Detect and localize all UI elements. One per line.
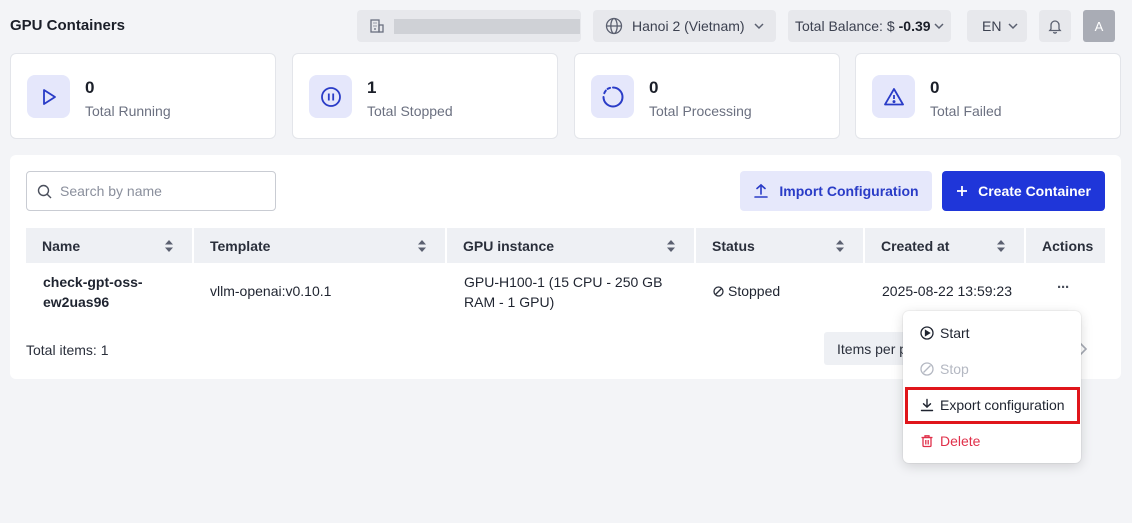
sort-icon[interactable]	[164, 239, 174, 253]
column-header-status[interactable]: Status	[696, 228, 863, 263]
menu-item-label: Stop	[940, 361, 969, 377]
import-label: Import Configuration	[779, 183, 919, 199]
gpu-instance-line: GPU-H100-1 (15 CPU - 250 GB	[464, 274, 663, 290]
download-icon	[920, 398, 934, 412]
gpu-instance-line: RAM - 1 GPU)	[464, 294, 555, 310]
created-at-cell: 2025-08-22 13:59:23	[882, 283, 1012, 299]
column-header-actions: Actions	[1026, 228, 1105, 263]
balance-value: -0.39	[898, 18, 931, 34]
menu-item-export-configuration[interactable]: Export configuration	[903, 387, 1081, 423]
processing-icon	[591, 75, 634, 118]
menu-item-delete[interactable]: Delete	[903, 423, 1081, 459]
notifications-button[interactable]	[1039, 10, 1071, 42]
stat-label: Total Running	[85, 103, 171, 119]
menu-item-stop[interactable]: Stop	[903, 351, 1081, 387]
column-label: GPU instance	[463, 237, 555, 254]
sort-icon[interactable]	[666, 239, 676, 253]
avatar[interactable]: A	[1083, 10, 1115, 42]
sort-icon[interactable]	[996, 239, 1006, 253]
create-container-button[interactable]: Create Container	[942, 171, 1105, 211]
menu-item-start[interactable]: Start	[903, 315, 1081, 351]
warning-icon	[872, 75, 915, 118]
play-circle-icon	[920, 326, 934, 340]
menu-item-label: Export configuration	[940, 397, 1065, 413]
search-icon	[37, 184, 52, 199]
create-label: Create Container	[978, 183, 1091, 199]
column-label: Actions	[1042, 237, 1094, 254]
stop-circle-icon	[920, 362, 934, 376]
import-configuration-button[interactable]: Import Configuration	[740, 171, 932, 211]
total-items: Total items: 1	[26, 342, 109, 358]
trash-icon	[920, 434, 934, 448]
container-name[interactable]: check-gpt-oss- ew2uas96	[43, 272, 143, 312]
menu-item-label: Start	[940, 325, 970, 341]
column-label: Status	[712, 237, 755, 254]
column-header-created-at[interactable]: Created at	[865, 228, 1024, 263]
plus-icon	[956, 185, 968, 197]
stat-card-stopped: 1 Total Stopped	[292, 53, 558, 139]
stat-value: 0	[930, 78, 940, 97]
more-actions-icon[interactable]: ···	[1057, 279, 1070, 296]
play-icon	[27, 75, 70, 118]
globe-icon	[605, 17, 623, 35]
sort-icon[interactable]	[417, 239, 427, 253]
status-badge: Stopped	[713, 283, 780, 299]
search-box[interactable]	[26, 171, 276, 211]
stat-label: Total Stopped	[367, 103, 453, 119]
language-selector[interactable]: EN	[967, 10, 1027, 42]
column-label: Created at	[881, 237, 950, 254]
column-label: Name	[42, 237, 81, 254]
container-name-line: check-gpt-oss-	[43, 274, 143, 290]
region-label: Hanoi 2 (Vietnam)	[632, 18, 745, 34]
organization-selector[interactable]	[357, 10, 581, 42]
gpu-instance-cell: GPU-H100-1 (15 CPU - 250 GB RAM - 1 GPU)	[464, 272, 662, 312]
column-label: Template	[210, 237, 271, 254]
redacted-organization-name	[394, 18, 580, 34]
upload-icon	[753, 183, 769, 199]
chevron-down-icon	[933, 20, 945, 32]
search-input[interactable]	[60, 183, 260, 199]
language-label: EN	[982, 18, 1002, 34]
page-title: GPU Containers	[10, 17, 126, 34]
chevron-down-icon	[1007, 20, 1019, 32]
stopped-icon	[713, 285, 724, 297]
column-header-gpu-instance[interactable]: GPU instance	[447, 228, 694, 263]
template-cell: vllm-openai:v0.10.1	[210, 283, 332, 299]
stat-label: Total Failed	[930, 103, 1002, 119]
stat-value: 1	[367, 78, 377, 97]
table-header: Name Template GPU instance Status Create…	[26, 228, 1105, 263]
region-selector[interactable]: Hanoi 2 (Vietnam)	[593, 10, 776, 42]
menu-item-label: Delete	[940, 433, 981, 449]
column-header-template[interactable]: Template	[194, 228, 445, 263]
stat-value: 0	[649, 78, 659, 97]
sort-icon[interactable]	[835, 239, 845, 253]
chevron-down-icon	[753, 20, 765, 32]
stat-label: Total Processing	[649, 103, 752, 119]
stat-card-failed: 0 Total Failed	[855, 53, 1121, 139]
balance-label: Total Balance: $	[795, 18, 895, 34]
actions-menu: Start Stop Export configuration Delete	[903, 311, 1081, 463]
bell-icon	[1047, 18, 1063, 34]
column-header-name[interactable]: Name	[26, 228, 192, 263]
stat-value: 0	[85, 78, 95, 97]
stat-card-running: 0 Total Running	[10, 53, 276, 139]
container-name-line: ew2uas96	[43, 294, 110, 310]
pause-icon	[309, 75, 352, 118]
building-icon	[369, 18, 385, 34]
status-label: Stopped	[728, 283, 781, 299]
stat-card-processing: 0 Total Processing	[574, 53, 840, 139]
balance-selector[interactable]: Total Balance: $ -0.39	[788, 10, 951, 42]
